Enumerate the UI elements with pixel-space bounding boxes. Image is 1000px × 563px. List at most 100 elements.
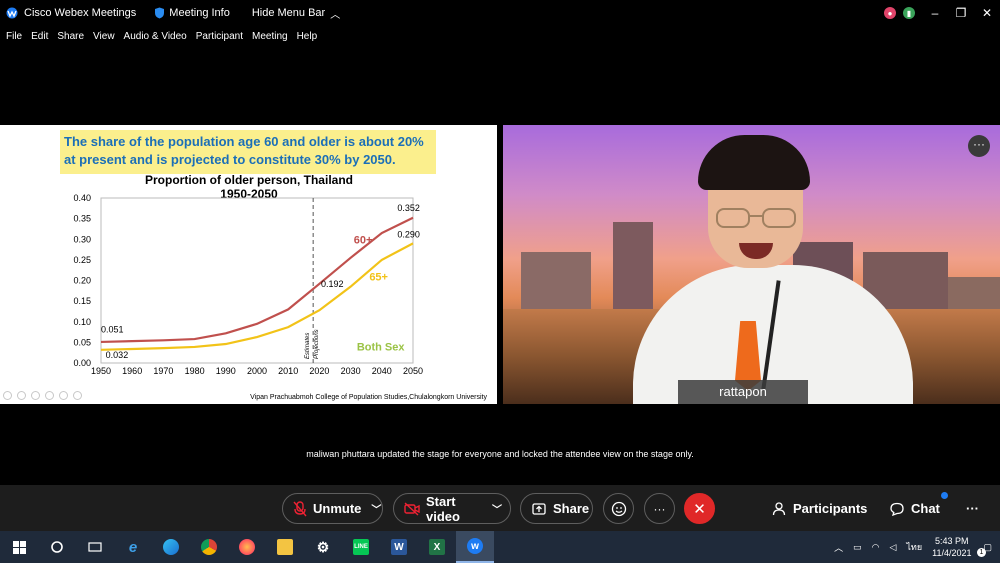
wifi-icon[interactable]: ◠ — [872, 542, 880, 553]
reactions-button[interactable] — [603, 493, 634, 524]
title-bar: Cisco Webex Meetings Meeting Info Hide M… — [0, 0, 1000, 26]
start-video-button[interactable]: Start video ﹀ — [393, 493, 511, 524]
clock[interactable]: 5:43 PM 11/4/2021 — [932, 535, 971, 559]
cortana-icon — [51, 541, 63, 553]
share-icon — [531, 501, 547, 517]
chevron-up-icon[interactable]: ︿ — [834, 541, 843, 554]
next-slide-icon[interactable] — [17, 391, 26, 400]
divider-label-projections: Projections — [314, 329, 320, 359]
chevron-down-icon[interactable]: ﹀ — [371, 501, 381, 516]
menu-meeting[interactable]: Meeting — [252, 31, 288, 42]
stage-notification: maliwan phuttara updated the stage for e… — [306, 449, 694, 459]
search-button[interactable] — [38, 531, 76, 563]
annotation-60-2020: 0.192 — [321, 279, 344, 289]
chevron-down-icon[interactable]: ﹀ — [492, 501, 502, 516]
input-language[interactable]: ไทย — [906, 540, 922, 554]
annotation-60-1950: 0.051 — [101, 324, 124, 334]
unmute-button[interactable]: Unmute ﹀ — [282, 493, 383, 524]
chart-subtitle: 1950-2050 — [220, 187, 278, 201]
leave-meeting-button[interactable]: ✕ — [684, 493, 715, 524]
restore-button[interactable]: ❐ — [948, 6, 974, 20]
taskbar-line[interactable]: LINE — [342, 531, 380, 563]
series-line-1 — [100, 242, 414, 351]
network-status-icon[interactable]: ▮ — [903, 7, 915, 19]
participants-label: Participants — [793, 501, 868, 516]
x-tick-label: 2010 — [278, 366, 298, 376]
banner-line-2: at present and is projected to constitut… — [64, 152, 396, 167]
volume-icon[interactable]: ◁ — [889, 542, 896, 553]
menu-audio-video[interactable]: Audio & Video — [124, 31, 187, 42]
annotation-60-2050: 0.352 — [397, 203, 420, 213]
menu-view[interactable]: View — [93, 31, 115, 42]
x-tick-label: 2000 — [247, 366, 267, 376]
minimize-button[interactable]: – — [922, 6, 948, 20]
series-label-65: 65+ — [369, 272, 388, 284]
slide-toolbar — [3, 391, 87, 400]
notifications-icon[interactable]: ▢ 1 — [977, 542, 992, 557]
menu-share[interactable]: Share — [57, 31, 84, 42]
mic-muted-icon — [293, 500, 307, 517]
video-more-button[interactable]: ··· — [968, 135, 990, 157]
taskbar-firefox[interactable] — [228, 531, 266, 563]
x-tick-label: 1980 — [185, 366, 205, 376]
battery-icon[interactable]: ▭ — [853, 542, 862, 553]
meeting-info-button[interactable]: Meeting Info — [154, 7, 230, 19]
share-button[interactable]: Share — [520, 493, 593, 524]
start-button[interactable] — [0, 531, 38, 563]
pointer-icon[interactable] — [45, 391, 54, 400]
building — [613, 222, 653, 312]
x-tick-label: 2020 — [309, 366, 329, 376]
menu-edit[interactable]: Edit — [31, 31, 48, 42]
taskbar-webex[interactable]: w — [456, 531, 494, 563]
smiley-icon — [611, 501, 626, 516]
participant-name-label: rattapon — [678, 380, 808, 404]
x-tick-label: 1990 — [216, 366, 236, 376]
camera-off-icon — [404, 501, 420, 517]
taskbar-settings[interactable]: ⚙ — [304, 531, 342, 563]
x-tick-label: 1960 — [122, 366, 142, 376]
menu-file[interactable]: File — [6, 31, 22, 42]
close-window-button[interactable]: ✕ — [974, 6, 1000, 20]
taskbar-excel[interactable]: X — [418, 531, 456, 563]
chat-button[interactable]: Chat — [889, 493, 940, 524]
system-tray: ︿ ▭ ◠ ◁ ไทย 5:43 PM 11/4/2021 ▢ 1 — [834, 531, 1000, 563]
taskbar-ie[interactable]: e — [114, 531, 152, 563]
line-app-icon: LINE — [353, 539, 369, 555]
overflow-menu-button[interactable]: ··· — [966, 493, 979, 524]
y-tick-label: 0.15 — [73, 296, 91, 306]
person-hair — [698, 135, 810, 190]
person-icon — [771, 501, 787, 517]
zoom-icon[interactable] — [59, 391, 68, 400]
webex-logo-icon — [6, 7, 18, 19]
windows-taskbar: e ⚙ LINE W X w ︿ ▭ ◠ ◁ ไทย 5:43 PM 11/4/… — [0, 531, 1000, 563]
participants-button[interactable]: Participants — [771, 493, 867, 524]
x-tick-label: 1950 — [91, 366, 111, 376]
y-tick-label: 0.35 — [73, 214, 91, 224]
both-sex-label: Both Sex — [357, 342, 406, 354]
recording-status-icon[interactable]: ● — [884, 7, 896, 19]
unmute-label: Unmute — [313, 501, 362, 516]
clock-time: 5:43 PM — [935, 536, 969, 546]
y-tick-label: 0.05 — [73, 337, 91, 347]
pen-icon[interactable] — [31, 391, 40, 400]
taskbar-explorer[interactable] — [266, 531, 304, 563]
taskbar-edge[interactable] — [152, 531, 190, 563]
banner-line-1: The share of the population age 60 and o… — [64, 134, 424, 149]
menu-bar: File Edit Share View Audio & Video Parti… — [0, 26, 1000, 46]
more-options-button[interactable]: ··· — [644, 493, 675, 524]
x-tick-label: 2050 — [403, 366, 423, 376]
prev-slide-icon[interactable] — [3, 391, 12, 400]
internet-explorer-icon: e — [128, 538, 138, 556]
series-label-60: 60+ — [354, 234, 373, 246]
participant-video[interactable]: ··· rattapon — [503, 125, 1000, 404]
edge-icon — [163, 539, 179, 555]
menu-icon[interactable] — [73, 391, 82, 400]
hide-menu-bar-button[interactable]: Hide Menu Bar ︿ — [252, 6, 340, 21]
taskbar-chrome[interactable] — [190, 531, 228, 563]
task-view-button[interactable] — [76, 531, 114, 563]
notification-count: 1 — [977, 547, 986, 557]
menu-participant[interactable]: Participant — [196, 31, 243, 42]
divider-label-estimates: Estimates — [305, 333, 311, 359]
menu-help[interactable]: Help — [297, 31, 318, 42]
taskbar-word[interactable]: W — [380, 531, 418, 563]
